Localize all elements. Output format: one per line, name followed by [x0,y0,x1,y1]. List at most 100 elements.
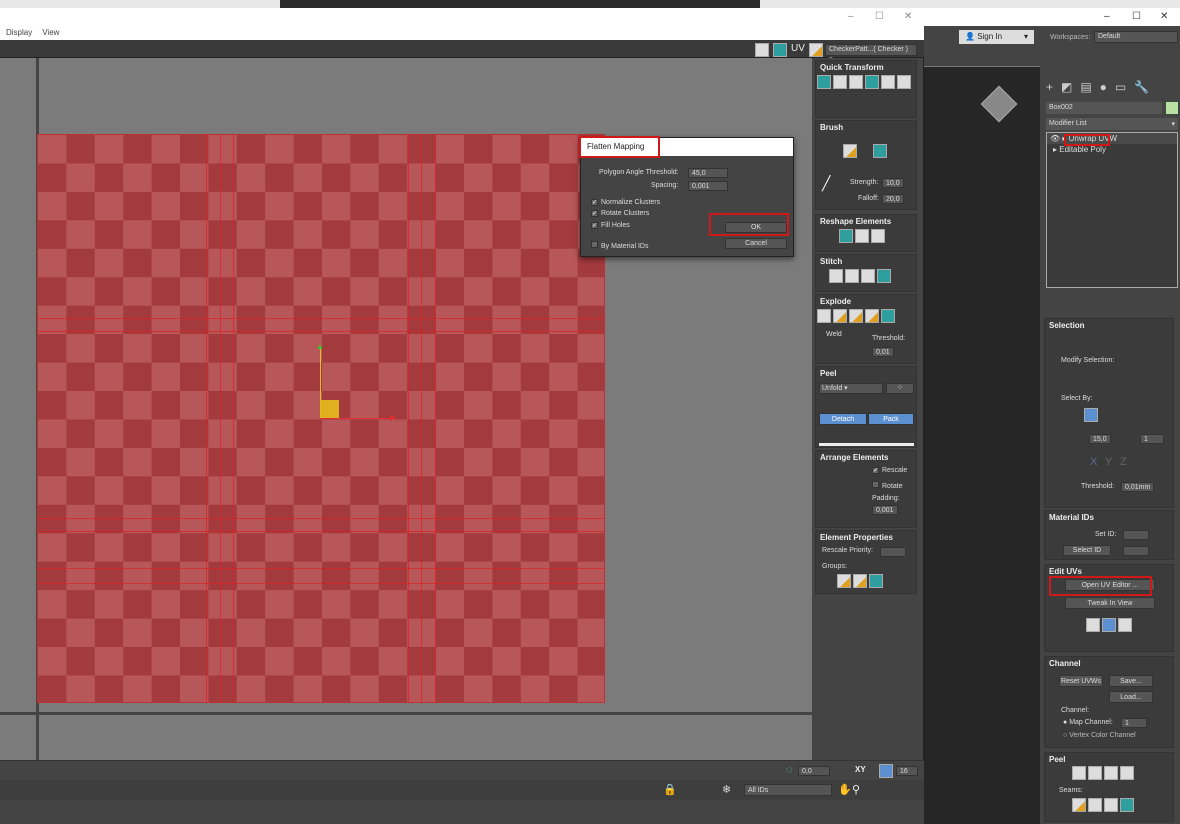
rollout-reshape: Reshape Elements [815,214,917,252]
object-color-swatch[interactable] [1166,102,1178,114]
fill-holes-checkbox[interactable]: ✓ [591,222,598,229]
gizmo-center[interactable] [321,400,339,418]
map-channel-radio[interactable]: ● Map Channel: [1063,719,1113,726]
spacing-input[interactable]: 0,001 [688,181,728,191]
sign-in-dropdown[interactable]: 👤 Sign In ▾ [959,30,1034,44]
brush-icon[interactable] [843,144,857,158]
max-top-bar: 👤 Sign In ▾ Workspaces: Default [924,26,1180,46]
zoom-icon[interactable]: ⚲ [852,783,860,796]
highlight-dialog-title [579,136,660,158]
vertex-color-radio[interactable]: ○ Vertex Color Channel [1063,732,1136,739]
map-channel-input[interactable]: 1 [1121,718,1147,728]
select-by-element-icon[interactable] [1084,408,1098,422]
object-name-input[interactable]: Box002 [1046,102,1162,114]
uv-title-bar: – ☐ ✕ [0,8,924,26]
modifier-list-dropdown[interactable]: Modifier List ▾ [1046,118,1178,130]
uv-toolbar: UV CheckerPatt...( Checker ) ▾ [0,40,924,63]
menu-view[interactable]: View [42,28,59,37]
show-map-icon[interactable] [773,43,787,57]
rollout-brush: Brush ╱ Strength: 10,0 Falloff: 20,0 [815,120,917,210]
select-id-input[interactable] [1123,546,1149,556]
rotate-checkbox[interactable] [872,481,879,488]
rollout-arrange: Arrange Elements ✓ Rescale Rotate Padding… [815,450,917,528]
maximize-button[interactable]: ☐ [875,11,884,22]
highlight-unwrap [1064,134,1110,146]
relax-brush-icon[interactable] [873,144,887,158]
line-brush-icon[interactable]: ╱ [822,175,830,192]
rotate-clusters-checkbox[interactable]: ✓ [591,210,598,217]
peel-mode-select[interactable]: Unfold ▾ [819,383,883,394]
freeze-icon[interactable]: ❄ [722,783,731,796]
set-id-input[interactable] [1123,530,1149,540]
viewcube-icon[interactable] [980,85,1018,123]
select-count-input[interactable]: 1 [1140,434,1164,444]
highlight-ok-button [709,213,789,236]
command-panel-tabs[interactable]: +◩▤●▭🔧 [1046,80,1157,94]
3d-viewport[interactable] [924,66,1040,824]
minimize-button[interactable]: – [848,11,854,22]
rollout-peel: Peel Unfold ▾ ○ Detach Pack [815,366,917,448]
normalize-checkbox[interactable]: ✓ [591,199,598,206]
ids-select[interactable]: All IDs [744,784,832,796]
pack-button[interactable]: Pack [868,413,914,425]
reset-uvws-button[interactable]: Reset UVWs [1059,675,1103,687]
rollout-explode: Explode Weld Threshold: 0,01 [815,294,917,364]
max-minimize-button[interactable]: – [1104,11,1110,22]
select-angle-input[interactable]: 15,0 [1089,434,1111,444]
load-button[interactable]: Load... [1109,691,1153,703]
rollout-element-properties: Element Properties Rescale Priority: Gro… [815,530,917,594]
falloff-input[interactable]: 20,0 [882,194,904,204]
close-button[interactable]: ✕ [904,11,912,22]
lock-icon[interactable]: 🔒 [663,783,677,796]
rescale-checkbox[interactable]: ✓ [872,467,879,474]
mirror-z-button[interactable]: Z [1120,456,1127,468]
pan-icon[interactable]: ✋ [838,783,852,796]
rotate-icon: ◌ [786,764,793,776]
command-panel: +◩▤●▭🔧 Box002 Modifier List ▾ 👁 ▸ Unwrap … [1040,68,1180,824]
peel-option-button[interactable]: ○ [886,383,914,394]
padding-input[interactable]: 0,001 [872,505,898,515]
menu-display[interactable]: Display [6,28,32,37]
rollout-selection: Selection Modify Selection: Select By: 1… [1044,318,1174,508]
detach-button[interactable]: Detach [819,413,867,425]
cancel-button[interactable]: Cancel [725,238,787,249]
workspace-select[interactable]: Default [1094,31,1178,43]
xy-toggle[interactable]: XY [855,765,866,774]
weld-threshold-input[interactable]: 0,01 [872,347,894,357]
grid-value-input[interactable]: 16 [896,766,918,776]
uv-label[interactable]: UV [791,43,805,54]
max-main-window: – ☐ ✕ 👤 Sign In ▾ Workspaces: Default +◩▤… [924,8,1180,824]
mirror-x-button[interactable]: X [1090,456,1097,468]
texture-icon[interactable] [809,43,823,57]
max-maximize-button[interactable]: ☐ [1132,11,1141,22]
uv-rollout-panel: Quick Transform Brush ╱ Strength: 10,0 Fa… [812,58,920,760]
selection-threshold-input[interactable]: 0,01mm [1121,482,1155,492]
gizmo-x-axis[interactable] [320,418,392,419]
rollout-quick-transform: Quick Transform [815,60,917,118]
by-material-checkbox[interactable] [591,241,598,248]
mirror-y-button[interactable]: Y [1105,456,1112,468]
tweak-in-view-button[interactable]: Tweak In View [1065,597,1155,609]
rollout-peel-main: Peel Seams: [1044,752,1174,822]
uv-bottom-toolbar: ◌ 0,0 XY 16 [0,760,924,780]
uv-editor-window: – ☐ ✕ Display View UV CheckerPatt...( Che… [0,8,924,800]
select-id-button[interactable]: Select ID [1063,545,1111,556]
rollout-material-ids: Material IDs Set ID: Select ID [1044,510,1174,560]
save-button[interactable]: Save... [1109,675,1153,687]
strength-input[interactable]: 10,0 [882,178,904,188]
menu-bar: Display View [0,26,924,40]
rollout-channel: Channel Reset UVWs Save... Load... Chann… [1044,656,1174,748]
checker-toggle-icon[interactable] [755,43,769,57]
texture-select[interactable]: CheckerPatt...( Checker ) ▾ [825,44,917,63]
rescale-priority-input[interactable] [880,547,906,557]
rollout-stitch: Stitch [815,254,917,292]
angle-threshold-input[interactable]: 45,0 [688,168,728,178]
rotate-value-input[interactable]: 0,0 [798,766,830,776]
uv-bottom-toolbar-2: 🔒 ❄ All IDs ✋ ⚲ [0,780,924,800]
background-window-strip [0,0,1180,8]
modifier-stack: 👁 ▸ Unwrap UVW ▸ Editable Poly [1046,132,1178,288]
max-close-button[interactable]: ✕ [1160,11,1168,22]
highlight-open-uv-editor [1049,576,1152,596]
grid-snap-icon[interactable] [879,764,893,778]
max-title-bar: – ☐ ✕ [924,8,1180,26]
